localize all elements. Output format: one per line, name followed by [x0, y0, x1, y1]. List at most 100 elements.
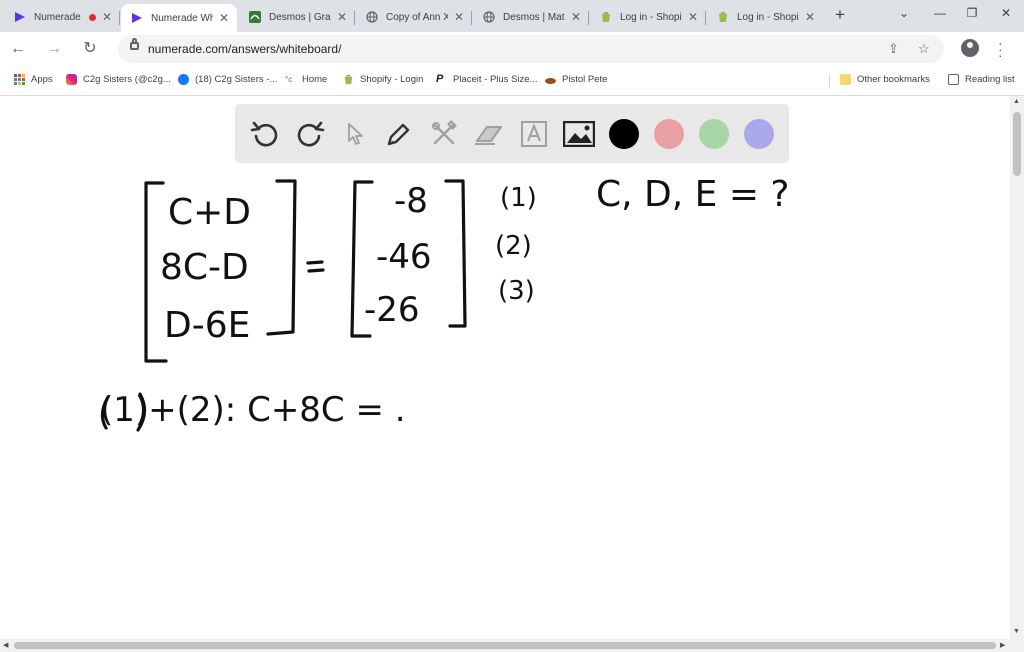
back-arrow-icon[interactable]: ← — [6, 37, 30, 61]
url-text[interactable]: numerade.com/answers/whiteboard/ — [148, 42, 341, 56]
right-matrix-row-3: -26 — [364, 290, 420, 330]
horizontal-scrollbar[interactable]: ◀ ▶ — [0, 639, 1024, 652]
lock-icon[interactable] — [130, 38, 139, 50]
bookmark-label: Home — [302, 74, 328, 85]
tab-shopify-login-2[interactable]: Log in - Shopify ✕ — [707, 4, 823, 30]
new-tab-button[interactable]: + — [831, 6, 849, 24]
color-swatch-pink[interactable] — [651, 116, 687, 152]
pistol-pete-icon — [545, 77, 556, 84]
left-matrix-close-bracket — [266, 179, 297, 336]
bookmark-label: Placeit - Plus Size... — [453, 74, 538, 85]
tab-title: Numerade Whiteboard — [151, 12, 213, 24]
forward-arrow-icon[interactable]: → — [42, 37, 66, 61]
redo-icon[interactable] — [292, 116, 328, 152]
address-bar[interactable]: numerade.com/answers/whiteboard/ ⇪ ☆ — [118, 35, 944, 63]
close-tab-icon[interactable]: ✕ — [686, 10, 700, 24]
swatch-circle — [654, 119, 684, 149]
apps-grid-icon — [14, 74, 25, 85]
scroll-down-arrow-icon[interactable]: ▼ — [1013, 628, 1020, 635]
shopify-icon — [600, 11, 612, 23]
equation-label-1: (1) — [500, 183, 537, 213]
scroll-right-arrow-icon[interactable]: ▶ — [1000, 641, 1005, 649]
profile-avatar-icon[interactable] — [961, 39, 979, 57]
bookmark-apps[interactable]: Apps — [14, 74, 53, 85]
swatch-circle — [744, 119, 774, 149]
bookmark-shopify-login[interactable]: Shopify - Login — [343, 74, 423, 85]
color-swatch-black[interactable] — [606, 116, 642, 152]
tab-separator — [471, 11, 472, 25]
placeit-icon: P — [436, 73, 444, 85]
select-cursor-icon[interactable] — [337, 116, 373, 152]
eraser-icon[interactable] — [471, 116, 507, 152]
color-swatch-green[interactable] — [696, 116, 732, 152]
tab-separator — [588, 11, 589, 25]
share-icon[interactable]: ⇪ — [888, 41, 899, 57]
undo-icon[interactable] — [247, 116, 283, 152]
shopify-icon — [343, 74, 354, 85]
scroll-up-arrow-icon[interactable]: ▲ — [1013, 98, 1020, 105]
bookmark-placeit[interactable]: P Placeit - Plus Size... — [436, 73, 538, 86]
tab-copy-of-ann[interactable]: Copy of Ann X ✕ — [356, 4, 472, 30]
tab-strip: Numerade ✕ Numerade Whiteboard ✕ Desmos … — [0, 0, 1024, 32]
home-site-icon: °c — [285, 75, 293, 84]
whiteboard-toolbar — [235, 104, 789, 163]
tab-desmos-graphing[interactable]: Desmos | Graphing Calculator ✕ — [239, 4, 355, 30]
close-tab-icon[interactable]: ✕ — [335, 10, 349, 24]
menu-kebab-icon[interactable]: · · · — [998, 36, 1003, 62]
bookmark-star-icon[interactable]: ☆ — [918, 41, 930, 57]
reload-icon[interactable]: ↻ — [78, 37, 102, 61]
tab-separator — [354, 11, 355, 25]
tab-desmos-matrix[interactable]: Desmos | Matrix Calculator ✕ — [473, 4, 589, 30]
question-text: C, D, E = ? — [596, 174, 790, 215]
text-icon[interactable] — [516, 116, 552, 152]
bookmark-label: C2g Sisters (@c2g... — [83, 74, 171, 85]
bookmark-label: Reading list — [965, 74, 1015, 85]
bookmark-c2g-instagram[interactable]: C2g Sisters (@c2g... — [66, 74, 171, 85]
tab-numerade[interactable]: Numerade ✕ — [4, 4, 120, 30]
tab-separator — [705, 11, 706, 25]
tab-separator — [119, 11, 120, 25]
tools-icon[interactable] — [426, 116, 462, 152]
vertical-scroll-thumb[interactable] — [1013, 112, 1021, 176]
swatch-circle — [609, 119, 639, 149]
bookmarks-separator — [829, 74, 830, 88]
bookmark-home[interactable]: °c Home — [285, 74, 327, 85]
browser-toolbar: ← → ↻ numerade.com/answers/whiteboard/ ⇪… — [0, 32, 1024, 66]
close-window-icon[interactable]: ✕ — [991, 6, 1021, 20]
scroll-left-arrow-icon[interactable]: ◀ — [3, 641, 8, 649]
shopify-icon — [717, 11, 729, 23]
pen-icon[interactable] — [381, 116, 417, 152]
folder-icon — [840, 74, 851, 85]
restore-icon[interactable]: ❐ — [957, 6, 987, 20]
whiteboard-canvas[interactable]: C+D 8C-D D-6E -8 -46 -26 (1) (2) (3) C, … — [0, 96, 1010, 639]
facebook-icon — [178, 74, 189, 85]
close-tab-icon[interactable]: ✕ — [569, 10, 583, 24]
color-swatch-purple[interactable] — [741, 116, 777, 152]
close-tab-icon[interactable]: ✕ — [217, 11, 231, 25]
numerade-icon — [14, 11, 26, 23]
step-text: (1)+(2): C+8C = . — [100, 390, 406, 430]
globe-icon — [483, 11, 495, 23]
image-icon[interactable] — [561, 116, 597, 152]
tab-search-icon[interactable]: ⌄ — [889, 6, 919, 20]
tab-shopify-login-1[interactable]: Log in - Shopify ✕ — [590, 4, 706, 30]
close-tab-icon[interactable]: ✕ — [100, 10, 114, 24]
horizontal-scroll-thumb[interactable] — [14, 642, 996, 649]
minimize-icon[interactable]: — — [925, 6, 955, 20]
bookmark-c2g-facebook[interactable]: (18) C2g Sisters -... — [178, 74, 277, 85]
bookmark-other-folder[interactable]: Other bookmarks — [840, 74, 930, 85]
close-tab-icon[interactable]: ✕ — [452, 10, 466, 24]
tab-title: Desmos | Matrix Calculator — [503, 11, 565, 23]
tab-numerade-whiteboard[interactable]: Numerade Whiteboard ✕ — [121, 4, 237, 32]
close-tab-icon[interactable]: ✕ — [803, 10, 817, 24]
bookmark-label: Apps — [31, 74, 53, 85]
tab-title: Numerade — [34, 11, 81, 23]
tab-title: Log in - Shopify — [620, 11, 682, 23]
right-matrix-close-bracket — [444, 179, 467, 328]
reading-list-button[interactable]: Reading list — [948, 74, 1015, 85]
equation-label-3: (3) — [498, 276, 535, 306]
equation-label-2: (2) — [495, 231, 532, 261]
bookmark-pistol-pete[interactable]: Pistol Pete — [545, 74, 607, 85]
vertical-scrollbar[interactable]: ▲ ▼ — [1010, 96, 1024, 639]
bookmark-label: Shopify - Login — [360, 74, 424, 85]
